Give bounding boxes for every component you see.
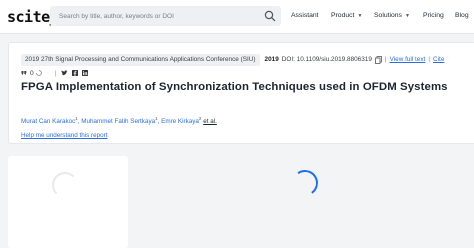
facebook-icon[interactable] [72,70,79,76]
search-input[interactable] [50,6,260,26]
copy-icon[interactable] [375,55,382,64]
author-link[interactable]: Muhammet Fatih Sertkaya [81,118,155,125]
conference-badge[interactable]: 2019 27th Signal Processing and Communic… [21,53,260,66]
author-link[interactable]: Emre Kirkaya [161,118,199,125]
divider: | [384,56,387,63]
actions-row: 0 | [21,68,89,78]
help-me-understand-link[interactable]: Help me understand this report [21,132,107,139]
loading-spinner-icon [289,167,321,199]
chevron-down-icon: ▼ [404,13,410,19]
twitter-icon[interactable] [61,70,68,76]
nav-product-label: Product [331,12,355,19]
cite-link[interactable]: Cite [433,56,444,63]
publication-year: 2019 [264,56,279,63]
citation-badge[interactable]: 0 [21,70,42,77]
author-list: Murat Can Karakoc1, Muhammet Fatih Sertk… [21,116,217,126]
nav-assistant[interactable]: Assistant [291,12,319,19]
quote-icon [21,71,27,75]
search-box[interactable] [50,6,281,26]
spinner-icon [35,70,42,76]
author-affiliation: 1 [75,116,78,121]
search-icon[interactable] [264,10,276,22]
top-navigation-bar: scite_ Assistant Product▼ Solutions▼ Pri… [0,0,474,34]
citation-count: 0 [30,69,34,77]
side-panel-placeholder [8,156,128,248]
nav-solutions[interactable]: Solutions ▼ [374,12,410,19]
chevron-down-icon: ▼ [357,13,363,19]
nav-product[interactable]: Product ▼ [331,12,362,19]
author-affiliation: 1 [155,116,158,121]
author-link[interactable]: Murat Can Karakoc [21,118,75,125]
view-full-text-link[interactable]: View full text [390,56,426,63]
divider: | [54,69,57,77]
paper-title: FPGA Implementation of Synchronization T… [21,81,448,93]
paper-meta: 2019 27th Signal Processing and Communic… [21,53,444,66]
author-affiliation: 2 [198,116,202,121]
nav-solutions-label: Solutions [374,12,402,19]
nav-blog[interactable]: Blog [455,12,469,19]
paper-card: 2019 27th Signal Processing and Communic… [8,42,474,144]
doi-text: DOI: 10.1109/siu.2019.8806319 [281,56,372,63]
et-al-link[interactable]: et al. [203,118,217,125]
divider: | [428,56,431,63]
nav-pricing[interactable]: Pricing [423,12,444,19]
side-panel-loading-icon [52,172,78,198]
linkedin-icon[interactable] [82,70,89,76]
